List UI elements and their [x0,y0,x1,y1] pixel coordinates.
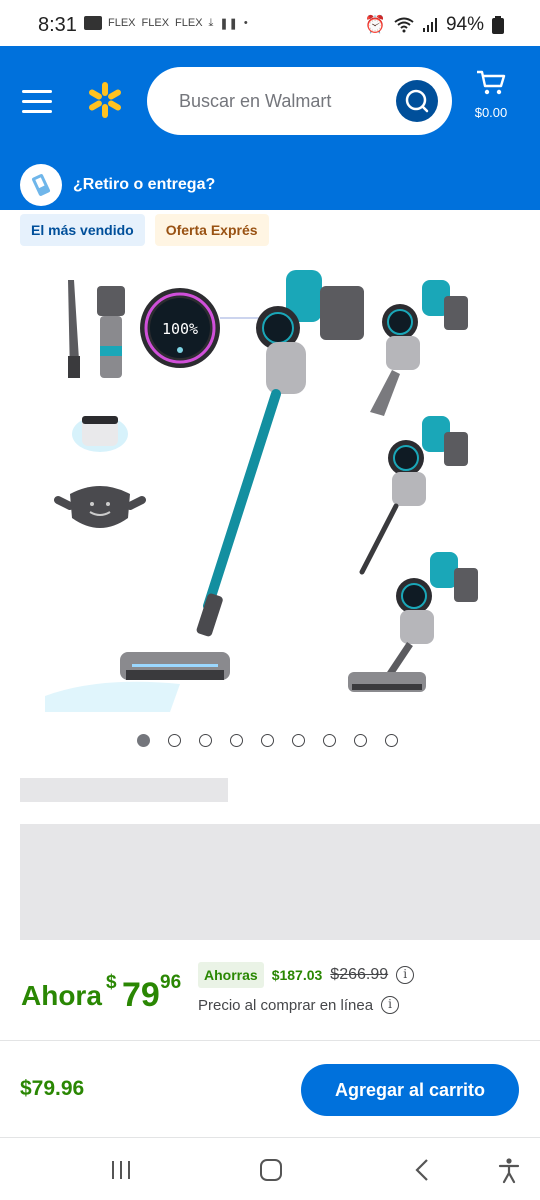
vacuum-variant-1 [370,280,468,416]
search-button[interactable] [396,80,438,122]
signal-icon [422,18,437,32]
price-cents: 96 [160,972,182,993]
back-icon[interactable] [408,1156,438,1184]
vacuum-variant-2 [359,416,468,575]
brush-tool [97,286,125,378]
gallery-dot-1[interactable] [137,734,150,747]
price-dollars: 79 [122,976,160,1014]
walmart-spark-logo[interactable] [85,80,125,120]
now-label: Ahora [21,980,102,1011]
gallery-dot-8[interactable] [354,734,367,747]
display-readout: 100% [162,320,198,338]
wall-mount [54,486,146,528]
menu-icon[interactable] [22,90,52,114]
title-loading-placeholder [20,778,228,802]
info-icon[interactable]: i [396,966,415,984]
notification-icons: FLEX FLEX FLEX ⤓ ❚❚ • [84,16,248,30]
system-nav-bar [0,1140,540,1200]
gallery-dot-9[interactable] [385,734,398,747]
gallery-dot-6[interactable] [292,734,305,747]
gallery-pagination [137,734,398,747]
content-loading-placeholder [20,824,540,940]
add-to-cart-button[interactable]: Agregar al carrito [301,1064,519,1116]
savings-badge: Ahorras [198,962,264,988]
crevice-tool [68,280,80,378]
download-icon: ⤓ [208,16,214,29]
pickup-label: ¿Retiro o entrega? [73,176,216,193]
flex-icon-2: FLEX [141,17,170,29]
currency-symbol: $ [106,972,117,993]
add-to-cart-bar: $79.96 Agregar al carrito [0,1040,540,1138]
search-bar[interactable]: Buscar en Walmart [147,67,452,135]
home-icon[interactable] [256,1156,286,1184]
product-badges: El más vendido Oferta Exprés [20,214,269,246]
search-input[interactable]: Buscar en Walmart [179,91,331,112]
search-icon [405,89,429,113]
footer-price: $79.96 [20,1077,85,1100]
best-seller-badge: El más vendido [20,214,145,246]
online-price-info-icon[interactable]: i [381,996,400,1014]
online-price-text: Precio al comprar en línea [198,996,374,1014]
cart-button[interactable]: $0.00 [468,70,514,120]
status-right: ⏰ 94% [365,14,504,36]
battery-icon [492,16,504,34]
pause-icon: ❚❚ [219,17,238,30]
was-price: $266.99 [330,966,389,983]
dot-icon: • [243,17,248,29]
product-image[interactable]: 100% [40,256,500,714]
pickup-icon [20,164,62,206]
alarm-icon: ⏰ [364,15,386,34]
app-icon [84,16,102,30]
flex-icon-1: FLEX [108,17,136,29]
price-section: Ahora $ 79 96 Ahorras $187.03 $266.99 i … [20,960,520,1030]
filter-icon [72,416,128,452]
wifi-icon [394,17,414,33]
gallery-dot-5[interactable] [261,734,274,747]
online-price-note: Precio al comprar en línea i [198,996,400,1014]
vacuum-variant-3 [348,552,478,692]
status-bar: 8:31 FLEX FLEX FLEX ⤓ ❚❚ • ⏰ 94% [0,0,540,48]
status-time: 8:31 [38,14,77,36]
battery-percent: 94% [445,14,484,35]
gallery-dot-2[interactable] [168,734,181,747]
savings-amount: $187.03 [271,967,323,983]
savings-row: Ahorras $187.03 $266.99 i [198,962,415,988]
accessibility-icon[interactable] [494,1156,524,1184]
cart-icon [477,70,506,95]
flex-icon-3: FLEX [175,17,203,29]
flash-deal-badge: Oferta Exprés [154,214,269,246]
recent-apps-icon[interactable] [106,1156,136,1184]
gallery-dot-4[interactable] [230,734,243,747]
cart-amount: $0.00 [474,105,508,120]
pickup-delivery-selector[interactable]: ¿Retiro o entrega? [20,164,215,206]
display-closeup: 100% [140,288,272,368]
gallery-dot-7[interactable] [323,734,336,747]
gallery-dot-3[interactable] [199,734,212,747]
app-header: Buscar en Walmart $0.00 ¿Retiro o entreg… [0,46,540,210]
